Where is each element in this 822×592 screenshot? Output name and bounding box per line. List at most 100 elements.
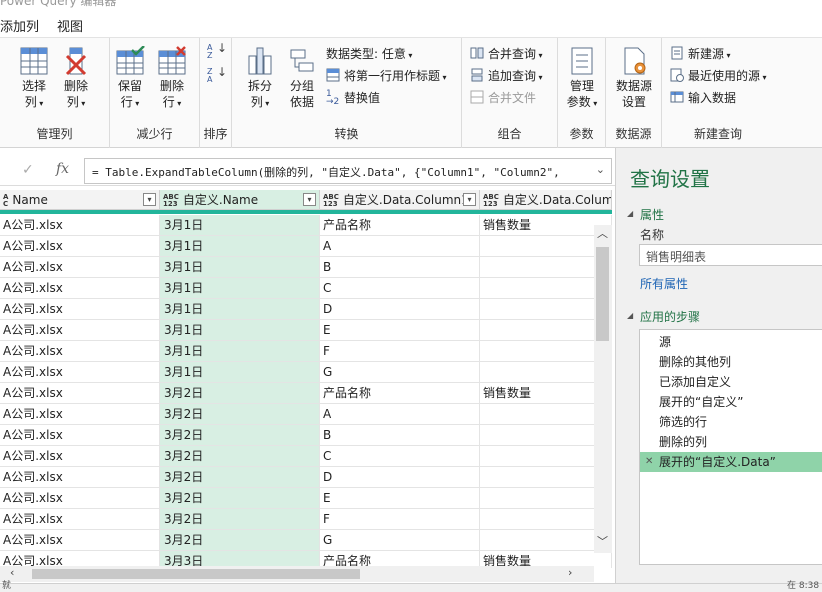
table-cell[interactable]: 3月2日 bbox=[160, 509, 320, 530]
table-cell[interactable]: 3月1日 bbox=[160, 236, 320, 257]
table-cell[interactable]: A公司.xlsx bbox=[0, 530, 160, 551]
data-type-dropdown[interactable]: 数据类型: 任意 ▾ bbox=[326, 44, 412, 64]
table-cell[interactable]: A公司.xlsx bbox=[0, 257, 160, 278]
manage-parameters-button[interactable]: 管理 参数 ▾ bbox=[564, 44, 600, 112]
merge-files-button[interactable]: 合并文件 bbox=[470, 88, 536, 108]
table-cell[interactable]: E bbox=[320, 320, 480, 341]
table-row[interactable]: A公司.xlsx 3月1日 产品名称 销售数量 bbox=[0, 215, 612, 236]
table-cell[interactable]: A公司.xlsx bbox=[0, 383, 160, 404]
table-cell[interactable]: 产品名称 bbox=[320, 215, 480, 236]
table-cell[interactable]: A bbox=[320, 404, 480, 425]
table-cell[interactable]: A公司.xlsx bbox=[0, 488, 160, 509]
use-first-row-as-headers-button[interactable]: 将第一行用作标题 ▾ bbox=[326, 66, 447, 86]
table-cell[interactable] bbox=[480, 404, 612, 425]
scroll-thumb[interactable] bbox=[596, 247, 609, 341]
table-cell[interactable]: 销售数量 bbox=[480, 383, 612, 404]
table-cell[interactable] bbox=[480, 362, 612, 383]
table-cell[interactable]: B bbox=[320, 425, 480, 446]
table-cell[interactable]: B bbox=[320, 257, 480, 278]
table-cell[interactable]: A公司.xlsx bbox=[0, 236, 160, 257]
group-by-button[interactable]: 分组 依据 bbox=[284, 44, 320, 110]
table-row[interactable]: A公司.xlsx 3月2日 A bbox=[0, 404, 612, 425]
table-cell[interactable]: A公司.xlsx bbox=[0, 425, 160, 446]
table-cell[interactable]: F bbox=[320, 509, 480, 530]
table-cell[interactable]: A公司.xlsx bbox=[0, 404, 160, 425]
column-header-data-column2[interactable]: ABC123自定义.Data.Column2 bbox=[480, 190, 612, 210]
table-row[interactable]: A公司.xlsx 3月2日 F bbox=[0, 509, 612, 530]
table-cell[interactable]: 3月2日 bbox=[160, 383, 320, 404]
table-row[interactable]: A公司.xlsx 3月1日 B bbox=[0, 257, 612, 278]
formula-check-icon[interactable]: ✓ bbox=[22, 162, 34, 178]
split-column-button[interactable]: 拆分 列 ▾ bbox=[242, 44, 278, 112]
table-cell[interactable] bbox=[480, 530, 612, 551]
table-cell[interactable]: 3月2日 bbox=[160, 530, 320, 551]
applied-step[interactable]: ✕ 展开的“自定义.Data” bbox=[640, 452, 822, 472]
new-source-button[interactable]: 新建源 ▾ bbox=[670, 44, 731, 64]
table-row[interactable]: A公司.xlsx 3月2日 G bbox=[0, 530, 612, 551]
table-cell[interactable] bbox=[480, 236, 612, 257]
table-cell[interactable]: 3月1日 bbox=[160, 341, 320, 362]
table-cell[interactable]: F bbox=[320, 341, 480, 362]
collapse-triangle-icon[interactable]: ◢ bbox=[627, 311, 633, 320]
tab-view[interactable]: 视图 bbox=[57, 16, 83, 35]
table-row[interactable]: A公司.xlsx 3月2日 D bbox=[0, 467, 612, 488]
table-cell[interactable] bbox=[480, 446, 612, 467]
tab-add-column[interactable]: 添加列 bbox=[0, 16, 39, 35]
applied-step[interactable]: 已添加自定义 bbox=[640, 372, 822, 392]
sort-descending-icon[interactable]: Z A ↓ bbox=[207, 66, 227, 88]
replace-values-button[interactable]: 1 →2 替换值 bbox=[326, 88, 380, 108]
table-cell[interactable] bbox=[480, 320, 612, 341]
vertical-scrollbar[interactable]: ︿ ﹀ bbox=[594, 225, 612, 553]
table-cell[interactable] bbox=[480, 509, 612, 530]
table-cell[interactable]: 3月1日 bbox=[160, 257, 320, 278]
scroll-up-icon[interactable]: ︿ bbox=[597, 225, 608, 241]
table-cell[interactable] bbox=[480, 278, 612, 299]
table-row[interactable]: A公司.xlsx 3月2日 E bbox=[0, 488, 612, 509]
table-cell[interactable]: G bbox=[320, 530, 480, 551]
formula-fx-icon[interactable]: fx bbox=[56, 161, 69, 177]
table-cell[interactable]: A公司.xlsx bbox=[0, 278, 160, 299]
remove-rows-button[interactable]: 删除 行 ▾ bbox=[154, 44, 190, 112]
table-cell[interactable]: A公司.xlsx bbox=[0, 341, 160, 362]
append-queries-button[interactable]: 追加查询 ▾ bbox=[470, 66, 543, 86]
merge-queries-button[interactable]: 合并查询 ▾ bbox=[470, 44, 543, 64]
all-properties-link[interactable]: 所有属性 bbox=[640, 275, 688, 292]
table-cell[interactable]: 产品名称 bbox=[320, 383, 480, 404]
scroll-down-icon[interactable]: ﹀ bbox=[597, 533, 608, 549]
filter-dropdown-icon[interactable]: ▾ bbox=[143, 193, 156, 206]
table-cell[interactable] bbox=[480, 341, 612, 362]
sort-ascending-icon[interactable]: A Z ↓ bbox=[207, 42, 227, 64]
table-cell[interactable]: A公司.xlsx bbox=[0, 446, 160, 467]
column-header-name[interactable]: A C Name ▾ bbox=[0, 190, 160, 210]
table-cell[interactable]: 3月2日 bbox=[160, 488, 320, 509]
table-cell[interactable]: C bbox=[320, 446, 480, 467]
enter-data-button[interactable]: 输入数据 bbox=[670, 88, 736, 108]
scroll-left-icon[interactable]: ‹ bbox=[10, 566, 14, 579]
table-row[interactable]: A公司.xlsx 3月2日 C bbox=[0, 446, 612, 467]
applied-step[interactable]: 展开的“自定义” bbox=[640, 392, 822, 412]
data-source-settings-button[interactable]: 数据源 设置 bbox=[614, 44, 654, 110]
table-row[interactable]: A公司.xlsx 3月2日 产品名称 销售数量 bbox=[0, 383, 612, 404]
filter-dropdown-icon[interactable]: ▾ bbox=[303, 193, 316, 206]
table-cell[interactable]: 3月2日 bbox=[160, 425, 320, 446]
table-cell[interactable]: A bbox=[320, 236, 480, 257]
table-row[interactable]: A公司.xlsx 3月1日 D bbox=[0, 299, 612, 320]
collapse-triangle-icon[interactable]: ◢ bbox=[627, 209, 633, 218]
table-cell[interactable]: E bbox=[320, 488, 480, 509]
table-cell[interactable]: C bbox=[320, 278, 480, 299]
applied-step[interactable]: 源 bbox=[640, 332, 822, 352]
table-cell[interactable]: A公司.xlsx bbox=[0, 467, 160, 488]
keep-rows-button[interactable]: 保留 行 ▾ bbox=[112, 44, 148, 112]
table-row[interactable]: A公司.xlsx 3月1日 A bbox=[0, 236, 612, 257]
column-header-data-column1[interactable]: ABC 123 自定义.Data.Column1 ▾ bbox=[320, 190, 480, 210]
table-cell[interactable] bbox=[480, 257, 612, 278]
table-row[interactable]: A公司.xlsx 3月1日 C bbox=[0, 278, 612, 299]
table-cell[interactable]: 销售数量 bbox=[480, 215, 612, 236]
remove-columns-button[interactable]: 删除 列 ▾ bbox=[58, 44, 94, 112]
table-row[interactable]: A公司.xlsx 3月2日 B bbox=[0, 425, 612, 446]
table-cell[interactable] bbox=[480, 488, 612, 509]
filter-dropdown-icon[interactable]: ▾ bbox=[463, 193, 476, 206]
table-cell[interactable]: 3月1日 bbox=[160, 215, 320, 236]
applied-step[interactable]: 删除的其他列 bbox=[640, 352, 822, 372]
chevron-down-icon[interactable]: ⌄ bbox=[596, 163, 605, 176]
